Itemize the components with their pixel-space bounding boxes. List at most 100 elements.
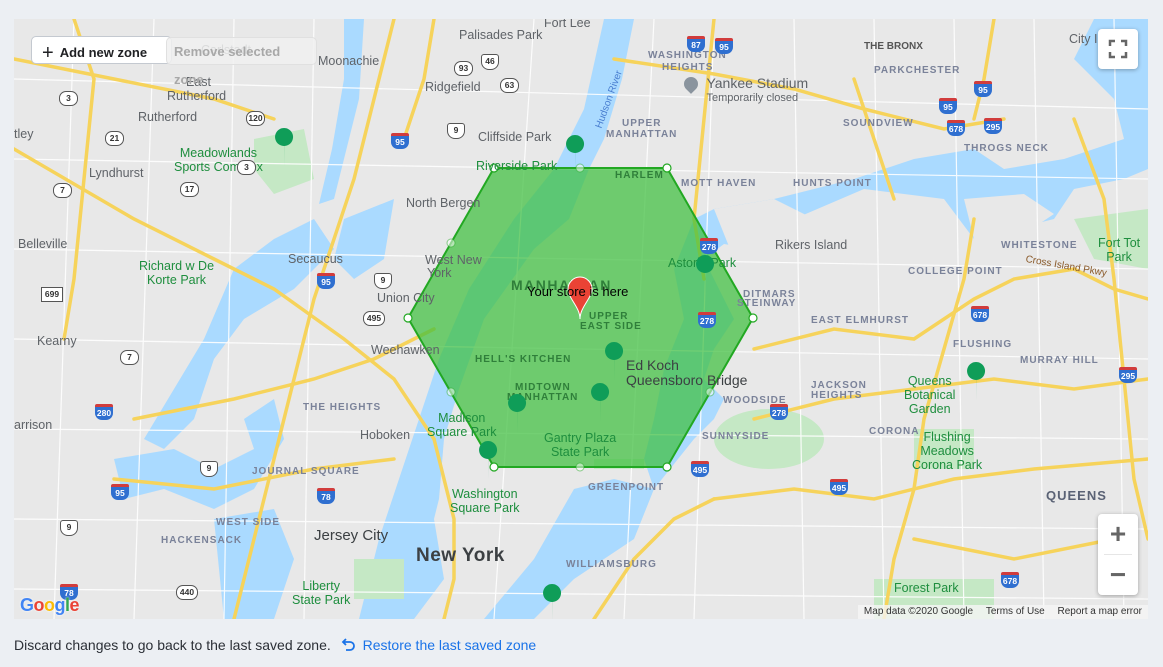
restore-zone-footer: Discard changes to go back to the last s… bbox=[14, 637, 536, 653]
fullscreen-icon bbox=[1108, 39, 1128, 59]
interstate-shield: 495 bbox=[691, 461, 709, 477]
interstate-shield: 678 bbox=[971, 306, 989, 322]
map-label-neighborhood: EAST SIDE bbox=[580, 321, 642, 332]
map-label-park: Fort Tot Park bbox=[1098, 236, 1141, 264]
map-label-park: Astoria Park bbox=[668, 256, 737, 270]
map-label-city: York bbox=[427, 266, 452, 280]
zone-vertex-handle[interactable] bbox=[662, 163, 672, 173]
map-label-neighborhood: FLUSHING bbox=[953, 339, 1013, 350]
zone-midpoint-handle[interactable] bbox=[705, 387, 715, 397]
terms-of-use-link[interactable]: Terms of Use bbox=[986, 606, 1045, 617]
map-label-neighborhood: HUNTS POINT bbox=[793, 178, 872, 189]
map-label-neighborhood: GREENPOINT bbox=[588, 482, 665, 493]
interstate-shield: 95 bbox=[391, 133, 409, 149]
map-label-city: West New bbox=[425, 253, 482, 267]
stadium-pin-icon bbox=[681, 74, 701, 94]
map-label-city: Rikers Island bbox=[775, 238, 848, 252]
map-label-neighborhood: WEST SIDE bbox=[216, 517, 281, 528]
route-shield: 495 bbox=[363, 311, 385, 326]
zone-midpoint-handle[interactable] bbox=[575, 462, 585, 472]
map-label-park: Gantry Plaza State Park bbox=[544, 431, 617, 459]
interstate-shield: 87 bbox=[687, 36, 705, 52]
route-shield: 21 bbox=[105, 131, 124, 146]
route-shield: 7 bbox=[53, 183, 72, 198]
map-data-credit: Map data ©2020 Google bbox=[863, 606, 974, 617]
route-shield: 7 bbox=[120, 350, 139, 365]
map-label-neighborhood: EAST ELMHURST bbox=[811, 315, 909, 326]
zoom-out-button[interactable]: − bbox=[1098, 555, 1138, 595]
route-shield: 17 bbox=[180, 182, 199, 197]
zoom-in-button[interactable]: + bbox=[1098, 514, 1138, 554]
restore-last-saved-zone-link[interactable]: Restore the last saved zone bbox=[341, 637, 536, 653]
map-attribution: Map data ©2020 Google Terms of Use Repor… bbox=[857, 605, 1148, 619]
map-label-neighborhood: HEIGHTS bbox=[662, 62, 714, 73]
map-label-city: Secaucus bbox=[288, 252, 343, 266]
route-shield: 9 bbox=[60, 520, 78, 536]
interstate-shield: 278 bbox=[698, 312, 716, 328]
route-shield: 9 bbox=[374, 273, 392, 289]
map-label-neighborhood: SUNNYSIDE bbox=[702, 431, 770, 442]
interstate-shield: 95 bbox=[939, 98, 957, 114]
zone-vertex-handle[interactable] bbox=[662, 462, 672, 472]
map-label-neighborhood: THE HEIGHTS bbox=[303, 402, 382, 413]
map-label-neighborhood: HELL'S KITCHEN bbox=[475, 354, 572, 365]
zone-midpoint-handle[interactable] bbox=[446, 238, 456, 248]
map-label-neighborhood: WASHINGTON bbox=[648, 50, 727, 61]
map-label-city: Lyndhurst bbox=[89, 166, 144, 180]
interstate-shield: 78 bbox=[317, 488, 335, 504]
map-label-neighborhood: HEIGHTS bbox=[811, 390, 863, 401]
map-label-neighborhood: THE BRONX bbox=[864, 41, 923, 52]
map-label-neighborhood: STEINWAY bbox=[737, 298, 797, 309]
map-label-park: Queens Botanical Garden bbox=[904, 374, 956, 416]
map-canvas[interactable]: Fort Lee Palisades Park Moonachie Carlst… bbox=[14, 19, 1148, 619]
google-logo[interactable]: Google bbox=[20, 595, 80, 616]
map-label-neighborhood: MANHATTAN bbox=[507, 392, 579, 403]
map-label-city: Hoboken bbox=[360, 428, 411, 442]
map-label-park: Washington Square Park bbox=[450, 487, 520, 515]
map-label-neighborhood: JOURNAL SQUARE bbox=[252, 466, 360, 477]
map-label-city: Belleville bbox=[18, 237, 68, 251]
map-label-park: Riverside Park bbox=[476, 159, 558, 173]
zone-midpoint-handle[interactable] bbox=[575, 163, 585, 173]
map-label-city: North Bergen bbox=[406, 196, 481, 210]
map-label-neighborhood: MURRAY HILL bbox=[1020, 355, 1099, 366]
map-label-neighborhood: THROGS NECK bbox=[964, 143, 1049, 154]
map-label-city: Weehawken bbox=[371, 343, 440, 357]
interstate-shield: 295 bbox=[984, 118, 1002, 134]
map-label-poi: Ed Koch Queensboro Bridge bbox=[626, 357, 748, 388]
yankee-stadium-poi[interactable]: Yankee Stadium Temporarily closed bbox=[681, 74, 808, 106]
zone-midpoint-handle[interactable] bbox=[446, 387, 456, 397]
route-shield: 63 bbox=[500, 78, 519, 93]
add-new-zone-button[interactable]: + Add new zone bbox=[31, 36, 172, 64]
store-marker-label: Your store is here bbox=[527, 284, 629, 299]
zone-vertex-handle[interactable] bbox=[489, 462, 499, 472]
map-label-neighborhood: PARKCHESTER bbox=[874, 65, 961, 76]
route-shield: 3 bbox=[59, 91, 78, 106]
interstate-shield: 678 bbox=[947, 120, 965, 136]
zone-vertex-handle[interactable] bbox=[403, 313, 413, 323]
map-label-park: Liberty State Park bbox=[292, 579, 351, 607]
map-label-neighborhood: UPPER bbox=[622, 118, 662, 129]
route-shield: 3 bbox=[237, 160, 256, 175]
zone-vertex-handle[interactable] bbox=[748, 313, 758, 323]
map-label-neighborhood: HACKENSACK bbox=[161, 535, 243, 546]
map-label-city: Kearny bbox=[37, 334, 77, 348]
map-label-city: Fort Lee bbox=[544, 19, 591, 30]
discard-changes-message: Discard changes to go back to the last s… bbox=[14, 637, 331, 653]
undo-icon bbox=[341, 638, 355, 651]
map-label-park: Forest Park bbox=[894, 581, 959, 595]
map-label-city: Rutherford bbox=[138, 110, 198, 124]
interstate-shield: 678 bbox=[1001, 572, 1019, 588]
map-label-queens: QUEENS bbox=[1046, 488, 1107, 503]
fullscreen-button[interactable] bbox=[1098, 29, 1138, 69]
report-map-error-link[interactable]: Report a map error bbox=[1058, 606, 1142, 617]
map-label-city: arrison bbox=[14, 418, 53, 432]
interstate-shield: 278 bbox=[700, 238, 718, 254]
remove-selected-zone-button[interactable]: Remove selected zone bbox=[166, 37, 317, 87]
interstate-shield: 95 bbox=[715, 38, 733, 54]
plus-icon: + bbox=[42, 42, 54, 64]
zoom-controls: + − bbox=[1098, 514, 1138, 595]
map-label-city: Union City bbox=[377, 291, 435, 305]
map-label-neighborhood: SOUNDVIEW bbox=[843, 118, 914, 129]
map-label-neighborhood: MANHATTAN bbox=[606, 129, 678, 140]
